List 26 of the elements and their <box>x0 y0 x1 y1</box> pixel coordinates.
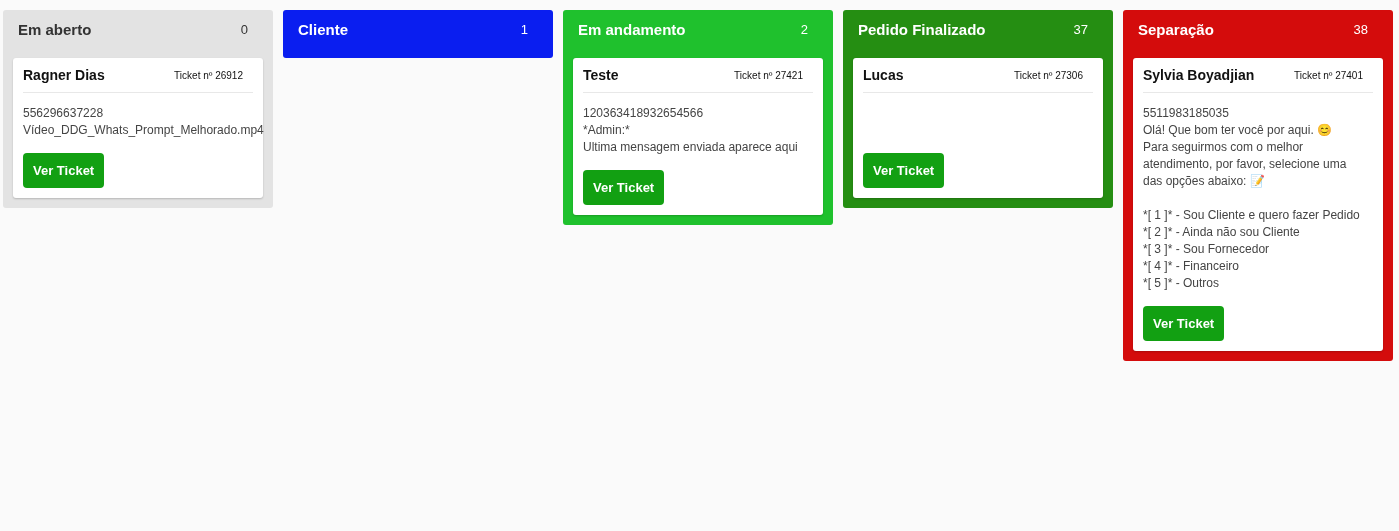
column-title: Em andamento <box>578 20 686 38</box>
message-preview: *[ 1 ]* - Sou Cliente e quero fazer Pedido *[ 2 ]* - Ainda não sou Cliente *[ 3 ]* - Sou Fornecedor *[ 4 ]* - Financeiro *[ 5 ]* - Outros <box>1143 207 1361 292</box>
message-preview: 120363418932654566 *Admin:* Ultima mensagem enviada aparece aqui <box>583 105 799 156</box>
message-preview: 556296637228 Vídeo_DDG_Whats_Prompt_Melhorado.mp4 <box>23 105 264 139</box>
column-title: Separação <box>1138 20 1214 38</box>
view-ticket-button[interactable]: Ver Ticket <box>863 153 945 188</box>
column-title: Pedido Finalizado <box>858 20 986 38</box>
contact-name: Ragner Dias <box>23 67 105 83</box>
contact-name: Sylvia Boyadjian <box>1143 67 1255 83</box>
ticket-number: Ticket nº 27306 <box>1014 69 1084 81</box>
column-title: Em aberto <box>18 20 92 38</box>
ticket-count: 38 <box>1353 21 1368 37</box>
ticket-count: 0 <box>240 21 248 37</box>
ticket-count: 1 <box>520 21 528 37</box>
ticket-number: Ticket nº 26912 <box>174 69 244 81</box>
view-ticket-button[interactable]: Ver Ticket <box>1143 306 1225 341</box>
contact-name: Teste <box>583 67 619 83</box>
ticket-count: 37 <box>1073 21 1088 37</box>
column-title: Cliente <box>298 20 348 38</box>
ticket-number: Ticket nº 27401 <box>1294 69 1364 81</box>
view-ticket-button[interactable]: Ver Ticket <box>23 153 105 188</box>
contact-name: Lucas <box>863 67 904 83</box>
view-ticket-button[interactable]: Ver Ticket <box>583 170 665 205</box>
ticket-number: Ticket nº 27421 <box>734 69 804 81</box>
message-preview: 5511983185035 Olá! Que bom ter você por aqui. 😊 Para seguirmos com o melhor atendimento, por favor, selecione uma das opções abaixo: 📝 <box>1143 105 1348 190</box>
ticket-count: 2 <box>800 21 808 37</box>
